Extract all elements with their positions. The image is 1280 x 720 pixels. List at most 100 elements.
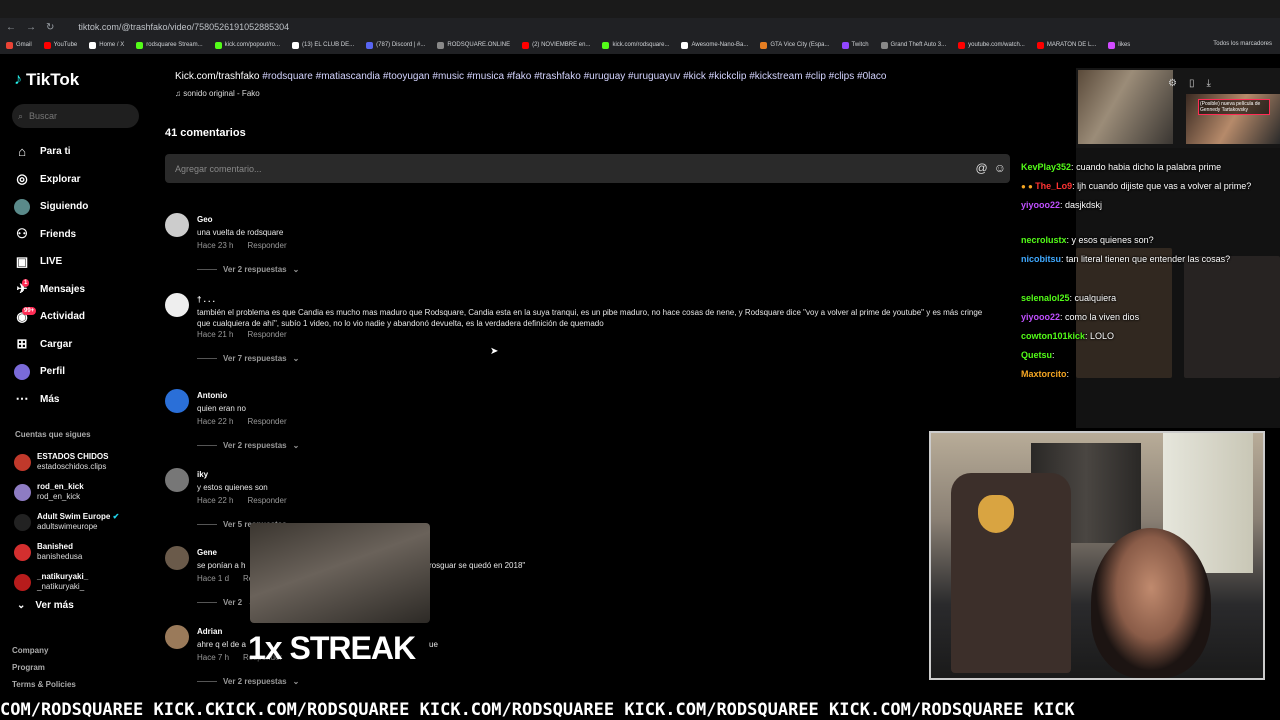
following-account[interactable]: Adult Swim Europe ✔ adultswimeurope (14, 507, 144, 537)
bookmark-item[interactable]: (13) EL CLUB DE... (292, 41, 354, 49)
comment-username[interactable]: iky (197, 470, 208, 479)
following-list: ESTADOS CHIDOS estadoschidos.clips rod_en_… (14, 447, 144, 597)
comment-username[interactable]: Adrian (197, 627, 222, 636)
chat-username[interactable]: necrolustx (1021, 235, 1067, 245)
logo-text: TikTok (26, 70, 80, 89)
comment-input[interactable]: Agregar comentario... @ ☺ (165, 154, 1010, 183)
sidebar-item-following-avatar[interactable]: ● Siguiendo (14, 193, 144, 221)
avatar[interactable] (165, 389, 189, 413)
comment-username[interactable]: Antonio (197, 391, 227, 400)
bookmark-item[interactable]: RODSQUARE.ONLINE (437, 41, 510, 49)
following-account[interactable]: Banished banishedusa (14, 537, 144, 567)
bookmark-item[interactable]: Grand Theft Auto 3... (880, 41, 946, 49)
chat-username[interactable]: KevPlay352 (1021, 162, 1071, 172)
view-replies-button[interactable]: Ver 2 respuestas ⌄ (197, 677, 299, 686)
sidebar-item-profile[interactable]: ● Perfil (14, 358, 144, 386)
view-replies-button[interactable]: Ver 2⌄ (197, 598, 255, 607)
bookmark-label: MARATON DE L... (1046, 42, 1097, 48)
avatar[interactable] (165, 213, 189, 237)
caption-prefix[interactable]: Kick.com/trashfako (175, 71, 259, 82)
search-input[interactable]: ⌕ Buscar (12, 104, 139, 128)
account-name: Adult Swim Europe ✔ (37, 512, 120, 521)
chat-username[interactable]: nicobitsu (1021, 254, 1061, 264)
settings-icon[interactable]: ⚙ (1168, 78, 1177, 89)
sidebar-item-live[interactable]: ▣ LIVE (14, 248, 144, 276)
avatar[interactable] (165, 293, 189, 317)
sidebar-item-more[interactable]: ⋯ Más (14, 386, 144, 414)
bookmark-item[interactable]: Awesome-Nano-Ba... (681, 41, 748, 49)
all-bookmarks-button[interactable]: Todos los marcadores (1213, 41, 1272, 47)
bookmark-item[interactable]: rodsquaree Stream... (136, 41, 203, 49)
reply-button[interactable]: Responder (247, 496, 286, 505)
chat-username[interactable]: The_Lo9 (1035, 181, 1072, 191)
view-replies-button[interactable]: Ver 7 respuestas ⌄ (197, 354, 299, 363)
bookmark-item[interactable]: Twitch (841, 41, 869, 49)
chat-username[interactable]: yiyooo22 (1021, 312, 1060, 322)
chat-username[interactable]: yiyooo22 (1021, 200, 1060, 210)
bookmark-item[interactable]: likes (1108, 41, 1130, 49)
following-account[interactable]: _natikuryaki_ _natikuryaki_ (14, 567, 144, 597)
chat-text: cualquiera (1074, 293, 1117, 303)
streak-overlay: 1x STREAK (248, 630, 416, 666)
bookmark-item[interactable]: (2) NOVIEMBRE en... (522, 41, 590, 49)
bookmark-label: kick.com/rodsquare... (612, 42, 670, 48)
phone-icon[interactable]: ▯ (1189, 78, 1195, 89)
sidebar-item-friends[interactable]: ⚇ Friends (14, 221, 144, 249)
bookmark-item[interactable]: GTA Vice City (Espa... (760, 41, 830, 49)
reload-icon[interactable]: ↻ (46, 22, 54, 33)
mention-icon[interactable]: @ (976, 161, 988, 175)
following-account[interactable]: rod_en_kick rod_en_kick (14, 477, 144, 507)
bookmark-item[interactable]: youtube.com/watch... (958, 41, 1025, 49)
chat-username[interactable]: Quetsu (1021, 350, 1052, 360)
footer-link[interactable]: Terms & Policies (12, 676, 76, 693)
comment-text: también el problema es que Candia es muc… (197, 308, 983, 328)
following-account[interactable]: ESTADOS CHIDOS estadoschidos.clips (14, 447, 144, 477)
back-icon[interactable]: ← (6, 22, 16, 33)
tab-strip[interactable] (0, 0, 1280, 18)
upload-icon: ⊞ (16, 336, 28, 352)
comment-count: 41 comentarios (165, 127, 246, 139)
tiktok-logo[interactable]: ♪ TikTok (14, 70, 79, 90)
reply-button[interactable]: Responder (247, 417, 286, 426)
chat-username[interactable]: cowton101kick (1021, 331, 1085, 341)
bookmark-item[interactable]: MARATON DE L... (1036, 41, 1097, 49)
comment-username[interactable]: † . . . (197, 295, 215, 304)
footer-link[interactable]: Program (12, 659, 76, 676)
forward-icon[interactable]: → (26, 22, 36, 33)
reply-button[interactable]: Responder (247, 241, 286, 250)
bookmark-item[interactable]: kick.com/rodsquare... (602, 41, 670, 49)
url-text[interactable]: tiktok.com/@trashfako/video/758052619105… (78, 22, 289, 32)
comment-username[interactable]: Geo (197, 215, 213, 224)
reply-button[interactable]: Responder (247, 330, 286, 339)
chat-username[interactable]: Maxtorcito (1021, 369, 1067, 379)
avatar[interactable] (165, 625, 189, 649)
emoji-icon[interactable]: ☺ (994, 161, 1006, 175)
bookmarks-bar: Gmail YouTube Home / X rodsquaree Stream...… (0, 36, 1280, 54)
bookmark-item[interactable]: kick.com/popout/ro... (214, 41, 280, 49)
chat-colon: : (1066, 369, 1070, 379)
bookmark-item[interactable]: (787) Discord | #... (366, 41, 426, 49)
sidebar-item-activity[interactable]: ◉ Actividad 99+ (14, 303, 144, 331)
comment-meta: Hace 21 h Responder (197, 330, 287, 339)
avatar[interactable] (165, 468, 189, 492)
see-more-button[interactable]: ⌄ Ver más (17, 600, 74, 611)
sidebar-item-compass[interactable]: ◎ Explorar (14, 166, 144, 194)
address-bar[interactable]: ← → ↻ tiktok.com/@trashfako/video/758052… (0, 18, 1280, 36)
avatar[interactable] (165, 546, 189, 570)
caption-hashtags[interactable]: #rodsquare #matiascandia #tooyugan #musi… (262, 71, 886, 82)
chat-username[interactable]: selenalol25 (1021, 293, 1070, 303)
comment-time: Hace 22 h (197, 496, 234, 505)
view-replies-button[interactable]: Ver 2 respuestas ⌄ (197, 265, 299, 274)
sound-link[interactable]: ♫ sonido original - Fako (175, 89, 260, 98)
sidebar-item-home[interactable]: ⌂ Para ti (14, 138, 144, 166)
bookmark-item[interactable]: Gmail (6, 41, 32, 49)
download-icon[interactable]: ⤓ (1206, 78, 1210, 89)
comment-username[interactable]: Gene (197, 548, 217, 557)
bookmark-label: (787) Discord | #... (376, 42, 426, 48)
sidebar-item-upload[interactable]: ⊞ Cargar (14, 331, 144, 359)
footer-link[interactable]: Company (12, 642, 76, 659)
bookmark-item[interactable]: YouTube (43, 41, 77, 49)
bookmark-item[interactable]: Home / X (89, 41, 124, 49)
view-replies-button[interactable]: Ver 2 respuestas ⌄ (197, 441, 299, 450)
sidebar-item-messages[interactable]: ✈ Mensajes 1 (14, 276, 144, 304)
